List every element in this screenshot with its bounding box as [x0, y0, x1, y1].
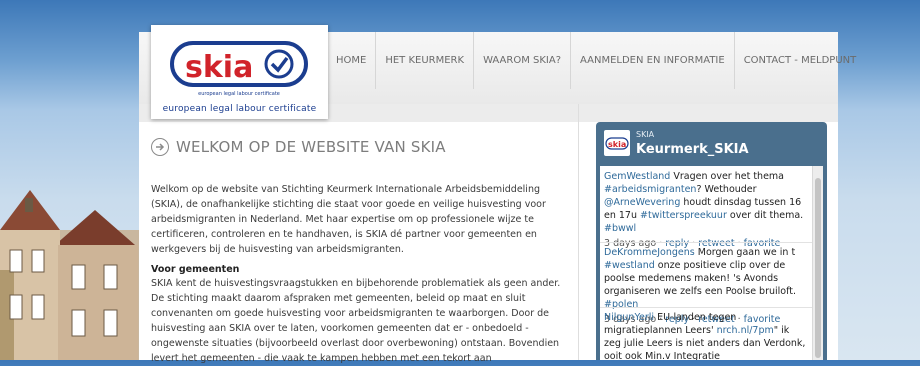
tweet-divider	[600, 242, 812, 243]
tweet-list[interactable]: GemWestland Vragen over het thema #arbei…	[600, 166, 823, 360]
skia-logo-icon: skia european legal labour certificate	[170, 41, 308, 97]
skia-avatar[interactable]: skia	[604, 130, 630, 156]
tweet-divider	[600, 307, 812, 308]
hashtag[interactable]: #polen	[604, 299, 638, 310]
column-divider	[578, 104, 579, 360]
tweet-user[interactable]: NilgunYerli	[604, 312, 654, 323]
page-title-text: WELKOM OP DE WEBSITE VAN SKIA	[176, 138, 446, 156]
hashtag[interactable]: #twitterspreekuur	[640, 210, 727, 221]
scrollbar-thumb[interactable]	[815, 178, 821, 358]
tweet-user[interactable]: GemWestland	[604, 171, 670, 182]
widget-account-small: SKIA	[636, 130, 655, 139]
main-nav: HOME HET KEURMERK WAAROM SKIA? AANMELDEN…	[330, 32, 865, 89]
svg-text:skia: skia	[608, 140, 626, 149]
nav-waarom-skia[interactable]: WAAROM SKIA?	[473, 32, 570, 89]
arrow-right-circle-icon	[151, 138, 169, 156]
hashtag[interactable]: #westland	[604, 260, 655, 271]
tweet-item: NilgunYerli EU-landen tegen migratieplan…	[604, 312, 806, 360]
intro-paragraph: Welkom op de website van Stichting Keurm…	[151, 184, 546, 255]
gemeenten-heading: Voor gemeenten	[151, 264, 240, 275]
widget-scrollbar[interactable]	[812, 166, 823, 360]
page-title: WELKOM OP DE WEBSITE VAN SKIA	[151, 138, 571, 156]
twitter-widget: skia SKIA Keurmerk_SKIA GemWestland Vrag…	[596, 122, 827, 360]
nav-contact[interactable]: CONTACT - MELDPUNT	[733, 32, 866, 89]
nav-home[interactable]: HOME	[330, 32, 375, 89]
tweet-link[interactable]: nrch.nl/7pm	[717, 325, 774, 336]
check-circle-icon	[264, 49, 294, 79]
houses-illustration	[0, 190, 140, 360]
widget-account-name[interactable]: Keurmerk_SKIA	[636, 142, 749, 157]
hashtag[interactable]: #arbeidsmigranten	[604, 184, 696, 195]
tweet-item: GemWestland Vragen over het thema #arbei…	[604, 170, 808, 250]
widget-header: skia SKIA Keurmerk_SKIA	[596, 122, 827, 164]
nav-aanmelden[interactable]: AANMELDEN EN INFORMATIE	[570, 32, 734, 89]
logo-wordmark: skia	[185, 50, 253, 85]
tweet-user[interactable]: DeKrommeJongens	[604, 247, 695, 258]
logo[interactable]: skia european legal labour certificate e…	[151, 25, 328, 119]
hashtag[interactable]: #bwwl	[604, 223, 636, 234]
gemeenten-paragraph: SKIA kent de huisvestingsvraagstukken en…	[151, 278, 561, 364]
nav-het-keurmerk[interactable]: HET KEURMERK	[375, 32, 473, 89]
mention[interactable]: @ArneWevering	[604, 197, 680, 208]
logo-tagline-small: european legal labour certificate	[198, 91, 280, 97]
logo-caption: european legal labour certificate	[162, 104, 317, 114]
main-content: WELKOM OP DE WEBSITE VAN SKIA Welkom op …	[151, 138, 571, 366]
